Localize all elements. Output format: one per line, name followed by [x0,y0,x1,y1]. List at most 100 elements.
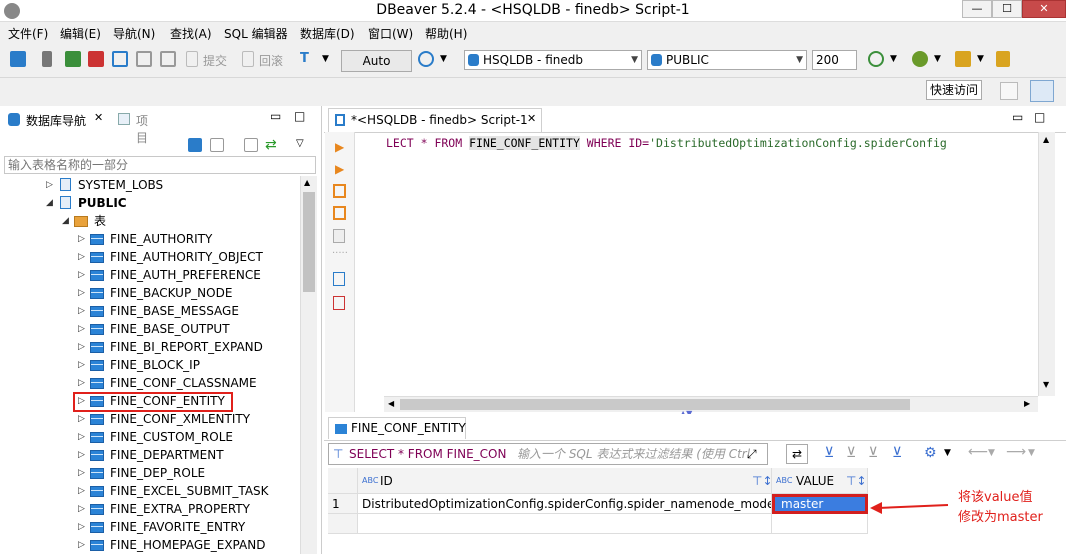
expand-icon[interactable]: ▷ [78,338,85,356]
expand-icon[interactable]: ▷ [78,536,85,554]
sql-code-line[interactable]: LECT * FROM FINE_CONF_ENTITY WHERE ID='D… [386,136,947,150]
id-cell[interactable]: DistributedOptimizationConfig.spiderConf… [358,494,772,514]
collapse-all-icon[interactable] [244,138,258,152]
refresh-dropdown-icon[interactable]: ▼ [890,54,897,64]
open-perspective-icon[interactable] [1000,82,1018,100]
menu-database[interactable]: 数据库(D) [300,25,355,42]
expand-icon[interactable]: ▷ [46,176,53,194]
filter-save-icon[interactable]: ⊻ [892,445,902,461]
expand-icon[interactable]: ▷ [78,356,85,374]
expand-icon[interactable]: ▷ [78,482,85,500]
execute-statement-icon[interactable]: ▶ [335,140,344,154]
link-with-editor-icon[interactable]: ⇄ [265,137,277,153]
explain-plan-icon[interactable] [333,229,345,243]
scroll-down-icon[interactable]: ▼ [1043,380,1049,389]
scroll-up-icon[interactable]: ▲ [1043,135,1049,144]
scroll-up-icon[interactable]: ▲ [304,178,310,187]
dbeaver-perspective-icon[interactable] [1030,80,1054,102]
expand-icon[interactable]: ▷ [78,428,85,446]
back-dropdown-icon[interactable]: ▼ [988,448,995,458]
editor-vertical-scrollbar[interactable]: ▲ ▼ [1038,132,1055,396]
execute-script-icon[interactable] [333,184,346,198]
settings-icon[interactable]: ⚙ [924,445,937,461]
expand-icon[interactable]: ▷ [78,248,85,266]
commit-button[interactable]: 提交 [203,52,227,69]
refresh-results-icon[interactable]: ⇄ [786,444,808,464]
debug-icon[interactable] [912,51,928,67]
open-recent-script-icon[interactable] [136,51,152,67]
back-icon[interactable]: ⟵ [968,444,988,460]
filter-apply-icon[interactable]: ⊻ [824,445,834,461]
view-menu-icon[interactable]: ▽ [296,138,304,149]
scrollbar-thumb[interactable] [303,192,315,292]
filter-history-icon[interactable]: ⊻ [868,445,878,461]
close-button[interactable]: ✕ [1022,0,1066,18]
maximize-editor-icon[interactable]: □ [1034,110,1045,124]
menu-navigate[interactable]: 导航(N) [113,25,155,42]
quick-access-input[interactable]: 快速访问 [926,80,982,100]
scroll-right-icon[interactable]: ▶ [1024,399,1030,408]
tools-icon[interactable] [955,51,971,67]
schema-select[interactable]: PUBLIC ▼ [647,50,807,70]
new-connection-icon[interactable] [10,51,26,67]
maximize-button[interactable]: ☐ [992,0,1022,18]
expand-icon[interactable]: ▷ [78,374,85,392]
commit-icon[interactable] [186,51,198,67]
rollback-button[interactable]: 回滚 [259,52,283,69]
minimize-button[interactable]: — [962,0,992,18]
settings-dropdown-icon[interactable]: ▼ [944,448,951,458]
sql-editor-icon[interactable] [112,51,128,67]
sort-filter-icon[interactable]: ⊤↕ [846,468,867,493]
expand-icon[interactable]: ▷ [78,320,85,338]
maximize-panel-icon[interactable]: □ [294,109,305,123]
expand-icon[interactable]: ▷ [78,446,85,464]
expand-icon[interactable]: ▷ [78,518,85,536]
vertical-scrollbar[interactable]: ▲ [300,176,317,554]
transaction-dropdown-icon[interactable]: ▼ [322,54,329,64]
expand-icon[interactable]: ▷ [78,302,85,320]
refresh-icon[interactable] [868,51,884,67]
column-header-value[interactable]: ABC VALUE ⊤↕ [772,468,868,494]
save-script-icon[interactable] [333,296,345,310]
auto-commit-button[interactable]: Auto [341,50,412,72]
filter-input[interactable]: ⊤ SELECT * FROM FINE_CON 输入一个 SQL 表达式来过滤… [328,443,768,465]
expand-icon[interactable]: ▷ [78,266,85,284]
transaction-mode-icon[interactable]: T [300,51,316,67]
new-script-icon[interactable] [160,51,176,67]
close-icon[interactable]: ✕ [94,111,103,124]
rollback-icon[interactable] [242,51,254,67]
expand-icon[interactable]: ▷ [78,284,85,302]
menu-window[interactable]: 窗口(W) [368,25,413,42]
sort-filter-icon[interactable]: ⊤↕ [752,468,771,493]
collapse-icon[interactable]: ◢ [46,194,53,212]
new-connection-icon[interactable] [188,138,202,152]
editor-horizontal-scrollbar[interactable]: ◀ ▶ [384,396,1038,412]
load-script-icon[interactable] [333,272,345,286]
forward-dropdown-icon[interactable]: ▼ [1028,448,1035,458]
expand-icon[interactable]: ▷ [78,464,85,482]
forward-icon[interactable]: ⟶ [1006,444,1026,460]
history-dropdown-icon[interactable]: ▼ [440,54,447,64]
datasource-select[interactable]: HSQLDB - finedb ▼ [464,50,642,70]
reconnect-icon[interactable] [65,51,81,67]
menu-file[interactable]: 文件(F) [8,25,48,42]
fetch-size-input[interactable] [812,50,857,70]
close-icon[interactable]: ✕ [527,112,536,125]
filter-clear-icon[interactable]: ⊻ [846,445,856,461]
history-icon[interactable] [418,51,434,67]
execute-script-new-tab-icon[interactable] [333,206,346,220]
menu-search[interactable]: 查找(A) [170,25,212,42]
menu-help[interactable]: 帮助(H) [425,25,467,42]
table-filter-input[interactable] [4,156,316,174]
menu-edit[interactable]: 编辑(E) [60,25,101,42]
minimize-panel-icon[interactable]: ▭ [270,109,281,123]
scroll-left-icon[interactable]: ◀ [388,399,394,408]
scrollbar-thumb[interactable] [400,399,910,410]
expand-icon[interactable]: ▷ [78,410,85,428]
tools-dropdown-icon[interactable]: ▼ [977,54,984,64]
navigate-icon[interactable] [996,51,1010,67]
column-header-id[interactable]: ABC ID ⊤↕ [358,468,772,494]
collapse-icon[interactable]: ◢ [62,212,69,230]
tab-results[interactable]: FINE_CONF_ENTITY [328,417,466,439]
new-folder-icon[interactable] [210,138,224,152]
